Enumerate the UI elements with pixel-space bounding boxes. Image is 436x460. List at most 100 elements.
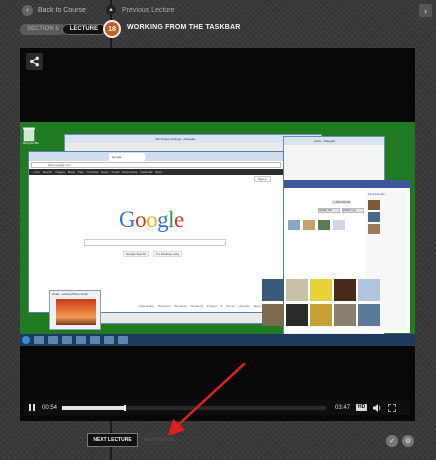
- pause-icon: [28, 404, 35, 411]
- fb-photo: [318, 220, 330, 230]
- next-page-button[interactable]: ›: [419, 4, 432, 17]
- timeline-line-end: [110, 447, 112, 460]
- windows-taskbar: [20, 334, 415, 346]
- google-nav-item: Documents: [122, 170, 138, 174]
- google-nav-item: Maps: [67, 170, 76, 174]
- photo-tile: [358, 304, 380, 326]
- timeline-line-bottom: [110, 421, 112, 433]
- google-nav-item: News: [101, 170, 109, 174]
- share-button[interactable]: [26, 53, 43, 70]
- fb-sidebar-photo: [368, 212, 380, 222]
- chevron-left-icon: ‹: [22, 4, 33, 16]
- facebook-bar: [284, 180, 410, 188]
- annotation-arrow: [168, 362, 246, 436]
- google-logo: Google: [119, 207, 184, 232]
- recycle-bin-icon: [23, 127, 35, 142]
- fb-photo: [288, 220, 300, 230]
- photo-tile: [286, 279, 308, 301]
- google-search-box: [84, 239, 226, 246]
- facebook-buttons: Update Info Activity Log: [318, 208, 364, 213]
- chrome-tab: Google: [109, 153, 145, 161]
- fb-photo: [303, 220, 315, 230]
- taskbar-notepad-icon: [90, 336, 100, 344]
- progress-handle[interactable]: [124, 404, 127, 411]
- volume-button[interactable]: [372, 403, 382, 412]
- google-nav-item: YouTube: [86, 170, 99, 174]
- photo-tile: [262, 304, 284, 326]
- google-sign-in-button: Sign in: [253, 176, 271, 182]
- hd-toggle[interactable]: HD: [356, 404, 368, 411]
- check-icon: ✓: [389, 438, 395, 445]
- windows-start-icon: [22, 336, 30, 344]
- photo-tile: [310, 304, 332, 326]
- photo-tile: [310, 279, 332, 301]
- photo-tile: [286, 304, 308, 326]
- google-nav-item: Search: [42, 170, 53, 174]
- lecture-title: WORKING FROM THE TASKBAR: [127, 24, 241, 31]
- taskbar-photo-icon: [104, 336, 114, 344]
- google-nav-item: Gmail: [111, 170, 120, 174]
- chrome-window: Google www.google.com +You Search Images…: [28, 151, 284, 313]
- photo-tile: [334, 304, 356, 326]
- google-nav-item: +You: [33, 170, 40, 174]
- taskbar-app-icon: [118, 336, 128, 344]
- fb-photo: [333, 220, 345, 230]
- facebook-photo-row: [288, 220, 345, 230]
- volume-icon: [372, 403, 381, 412]
- fullscreen-button[interactable]: [387, 403, 397, 412]
- duration: 03:47: [335, 404, 351, 411]
- taskbar-media-icon: [62, 336, 72, 344]
- links-title: Links - Notepad: [284, 137, 384, 145]
- fb-sidebar-photo: [368, 224, 380, 234]
- breadcrumb: SECTION 5 LECTURE: [20, 23, 107, 35]
- google-nav-item: More: [155, 170, 163, 174]
- google-footer: Advertising Programs Business Solutions …: [139, 304, 275, 308]
- pause-button[interactable]: [24, 400, 39, 415]
- footer-link: Advertising Programs: [139, 304, 171, 308]
- back-to-course-label: Back to Course: [38, 6, 86, 14]
- footer-link: Business Solutions: [174, 304, 203, 308]
- footer-link: +Google: [238, 304, 250, 308]
- chrome-tabbar: Google: [29, 152, 283, 161]
- next-lecture-button[interactable]: NEXT LECTURE: [87, 433, 138, 447]
- google-nav-item: Play: [77, 170, 84, 174]
- gear-icon: ⚙: [404, 438, 412, 445]
- lecture-pill: LECTURE: [61, 23, 107, 35]
- google-nav-item: Calendar: [140, 170, 153, 174]
- previous-lecture-label: Previous Lecture: [122, 6, 175, 14]
- recycle-bin-label: Recycle Bin: [23, 141, 39, 145]
- mark-complete-button[interactable]: ✓: [386, 435, 398, 447]
- settings-button[interactable]: ⚙: [402, 435, 414, 447]
- taskbar-ie-icon: [34, 336, 44, 344]
- taskbar-thumbnail-preview: Chart - Library\Photo Kiosk: [49, 290, 101, 330]
- timeline-line-mid: [110, 38, 112, 48]
- chevron-up-icon: ▲: [106, 5, 116, 15]
- current-time: 00:54: [42, 404, 58, 411]
- feeling-lucky-button: I'm Feeling Lucky: [153, 251, 183, 257]
- fullscreen-icon: [388, 403, 397, 412]
- back-to-course-link[interactable]: ‹ Back to Course: [22, 4, 86, 16]
- photo-strip: [262, 277, 406, 329]
- google-search-button: Google Search: [123, 251, 150, 257]
- photo-tile: [358, 279, 380, 301]
- section-pill: SECTION 5: [20, 23, 66, 35]
- taskbar-chrome-icon: [76, 336, 86, 344]
- activity-log-button: Activity Log: [342, 208, 364, 213]
- google-nav-item: Images: [55, 170, 65, 174]
- progress-fill: [62, 405, 126, 410]
- thumbnail-label: Chart - Library\Photo Kiosk: [52, 292, 89, 296]
- footer-link: Privacy & Terms: [206, 304, 235, 308]
- update-info-button: Update Info: [318, 208, 340, 213]
- photo-tile: [334, 279, 356, 301]
- taskbar-explorer-icon: [48, 336, 58, 344]
- share-icon: [30, 56, 39, 67]
- fb-sidebar-photo: [368, 200, 380, 210]
- previous-lecture-link[interactable]: ▲ Previous Lecture: [106, 4, 175, 16]
- find-friends-label: Find Friends: [368, 192, 385, 196]
- chrome-address-bar: www.google.com: [31, 162, 281, 168]
- add-friend-button: + Add Friend: [332, 200, 352, 204]
- google-nav-bar: +You Search Images Maps Play YouTube New…: [29, 169, 283, 175]
- photo-tile: [262, 279, 284, 301]
- thumbnail-image: [56, 299, 96, 325]
- chevron-right-icon: ›: [424, 5, 427, 16]
